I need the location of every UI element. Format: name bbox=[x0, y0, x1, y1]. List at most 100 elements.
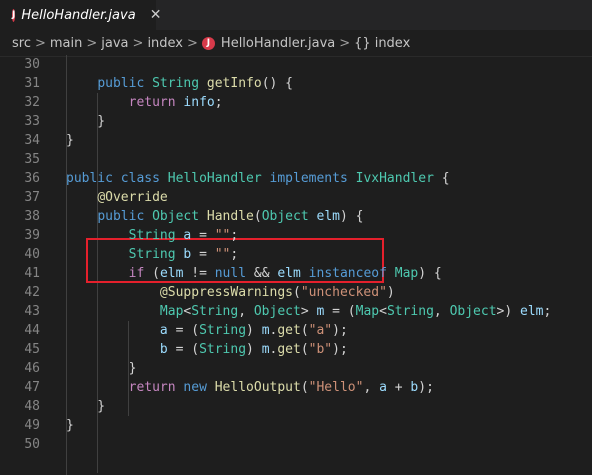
code-line[interactable]: 34} bbox=[0, 131, 592, 150]
line-number: 44 bbox=[24, 323, 40, 338]
line-number: 30 bbox=[24, 57, 40, 72]
code-line[interactable]: 33 } bbox=[0, 112, 592, 131]
code-token: = bbox=[191, 228, 215, 243]
code-token: String bbox=[386, 304, 434, 319]
code-token: public bbox=[97, 209, 145, 224]
code-token: } bbox=[66, 114, 106, 129]
code-token: ); bbox=[332, 323, 348, 338]
code-text: public Object Handle(Object elm) { bbox=[66, 207, 363, 226]
code-line[interactable]: 32 return info; bbox=[0, 93, 592, 112]
code-token: null bbox=[214, 266, 247, 281]
code-token: String bbox=[128, 247, 176, 262]
breadcrumb-item-symbol[interactable]: index bbox=[375, 36, 411, 51]
line-number: 48 bbox=[24, 399, 40, 414]
code-line[interactable]: 49} bbox=[0, 416, 592, 435]
code-line[interactable]: 47 return new HelloOutput("Hello", a + b… bbox=[0, 378, 592, 397]
code-token: + bbox=[386, 380, 411, 395]
code-line[interactable]: 44 a = (String) m.get("a"); bbox=[0, 321, 592, 340]
code-line[interactable]: 37 @Override bbox=[0, 188, 592, 207]
code-token: Map bbox=[159, 304, 184, 319]
breadcrumb-item-main[interactable]: main bbox=[50, 36, 82, 51]
code-token: = ( bbox=[167, 342, 200, 357]
code-token: ; bbox=[214, 95, 223, 110]
code-token: elm bbox=[316, 209, 340, 224]
tab-bar: J HelloHandler.java ✕ bbox=[0, 0, 592, 30]
code-line[interactable]: 36 public class HelloHandler implements I… bbox=[0, 169, 592, 188]
code-line[interactable]: 48 } bbox=[0, 397, 592, 416]
code-token: HelloHandler bbox=[167, 171, 262, 186]
code-token: } bbox=[66, 418, 74, 433]
breadcrumb-item-src[interactable]: src bbox=[12, 36, 31, 51]
code-line[interactable]: 39 String a = ""; bbox=[0, 226, 592, 245]
line-number: 35 bbox=[24, 152, 40, 167]
code-text: return info; bbox=[66, 93, 223, 112]
code-token: ; bbox=[230, 228, 239, 243]
breadcrumb-item-index[interactable]: index bbox=[147, 36, 183, 51]
code-token: HelloOutput bbox=[214, 380, 301, 395]
code-editor[interactable]: 30 31 public String getInfo() {32 return … bbox=[0, 55, 592, 475]
chevron-right-icon: > bbox=[132, 35, 144, 51]
code-line[interactable]: 35 bbox=[0, 150, 592, 169]
code-token: "Hello" bbox=[308, 380, 364, 395]
line-number: 37 bbox=[24, 190, 40, 205]
code-line[interactable]: 50 bbox=[0, 435, 592, 454]
breadcrumb-item-file[interactable]: HelloHandler.java bbox=[221, 36, 335, 51]
line-number: 45 bbox=[24, 342, 40, 357]
editor-tab-hellohandler[interactable]: J HelloHandler.java ✕ bbox=[0, 0, 161, 30]
code-line[interactable]: 42 @SuppressWarnings("unchecked") bbox=[0, 283, 592, 302]
code-token: ) bbox=[246, 323, 262, 338]
code-token: return bbox=[128, 95, 176, 110]
breadcrumb-item-java[interactable]: java bbox=[101, 36, 128, 51]
code-token: ); bbox=[418, 380, 434, 395]
code-token: implements bbox=[269, 171, 348, 186]
chevron-right-icon: > bbox=[339, 35, 351, 51]
code-token: public bbox=[97, 76, 145, 91]
code-line[interactable]: 38 public Object Handle(Object elm) { bbox=[0, 207, 592, 226]
code-line[interactable]: 46 } bbox=[0, 359, 592, 378]
code-line[interactable]: 31 public String getInfo() { bbox=[0, 74, 592, 93]
java-file-icon: J bbox=[201, 36, 215, 50]
code-token: get bbox=[277, 342, 301, 357]
code-text: String a = ""; bbox=[66, 226, 239, 245]
code-token: public bbox=[66, 171, 113, 186]
code-token: < bbox=[379, 304, 387, 319]
code-token: elm bbox=[159, 266, 184, 281]
code-line[interactable]: 30 bbox=[0, 55, 592, 74]
code-token: "b" bbox=[308, 342, 333, 357]
line-number: 43 bbox=[24, 304, 40, 319]
close-icon[interactable]: ✕ bbox=[150, 7, 162, 23]
code-token: ; bbox=[230, 247, 239, 262]
code-token: Object bbox=[261, 209, 309, 224]
line-number: 36 bbox=[24, 171, 40, 186]
code-text: } bbox=[66, 112, 105, 131]
code-token: , bbox=[433, 304, 450, 319]
code-token: b bbox=[159, 342, 168, 357]
code-line[interactable]: 43 Map<String, Object> m = (Map<String, … bbox=[0, 302, 592, 321]
line-number: 42 bbox=[24, 285, 40, 300]
code-token: String bbox=[152, 76, 200, 91]
line-number: 46 bbox=[24, 361, 40, 376]
code-token: elm bbox=[277, 266, 301, 281]
code-text: b = (String) m.get("b"); bbox=[66, 340, 348, 359]
code-token: ) bbox=[386, 285, 395, 300]
code-line[interactable]: 45 b = (String) m.get("b"); bbox=[0, 340, 592, 359]
line-number: 34 bbox=[24, 133, 40, 148]
code-token: , bbox=[238, 304, 254, 319]
code-line[interactable]: 40 String b = ""; bbox=[0, 245, 592, 264]
code-token: Map bbox=[394, 266, 419, 281]
code-line[interactable]: 41 if (elm != null && elm instanceof Map… bbox=[0, 264, 592, 283]
